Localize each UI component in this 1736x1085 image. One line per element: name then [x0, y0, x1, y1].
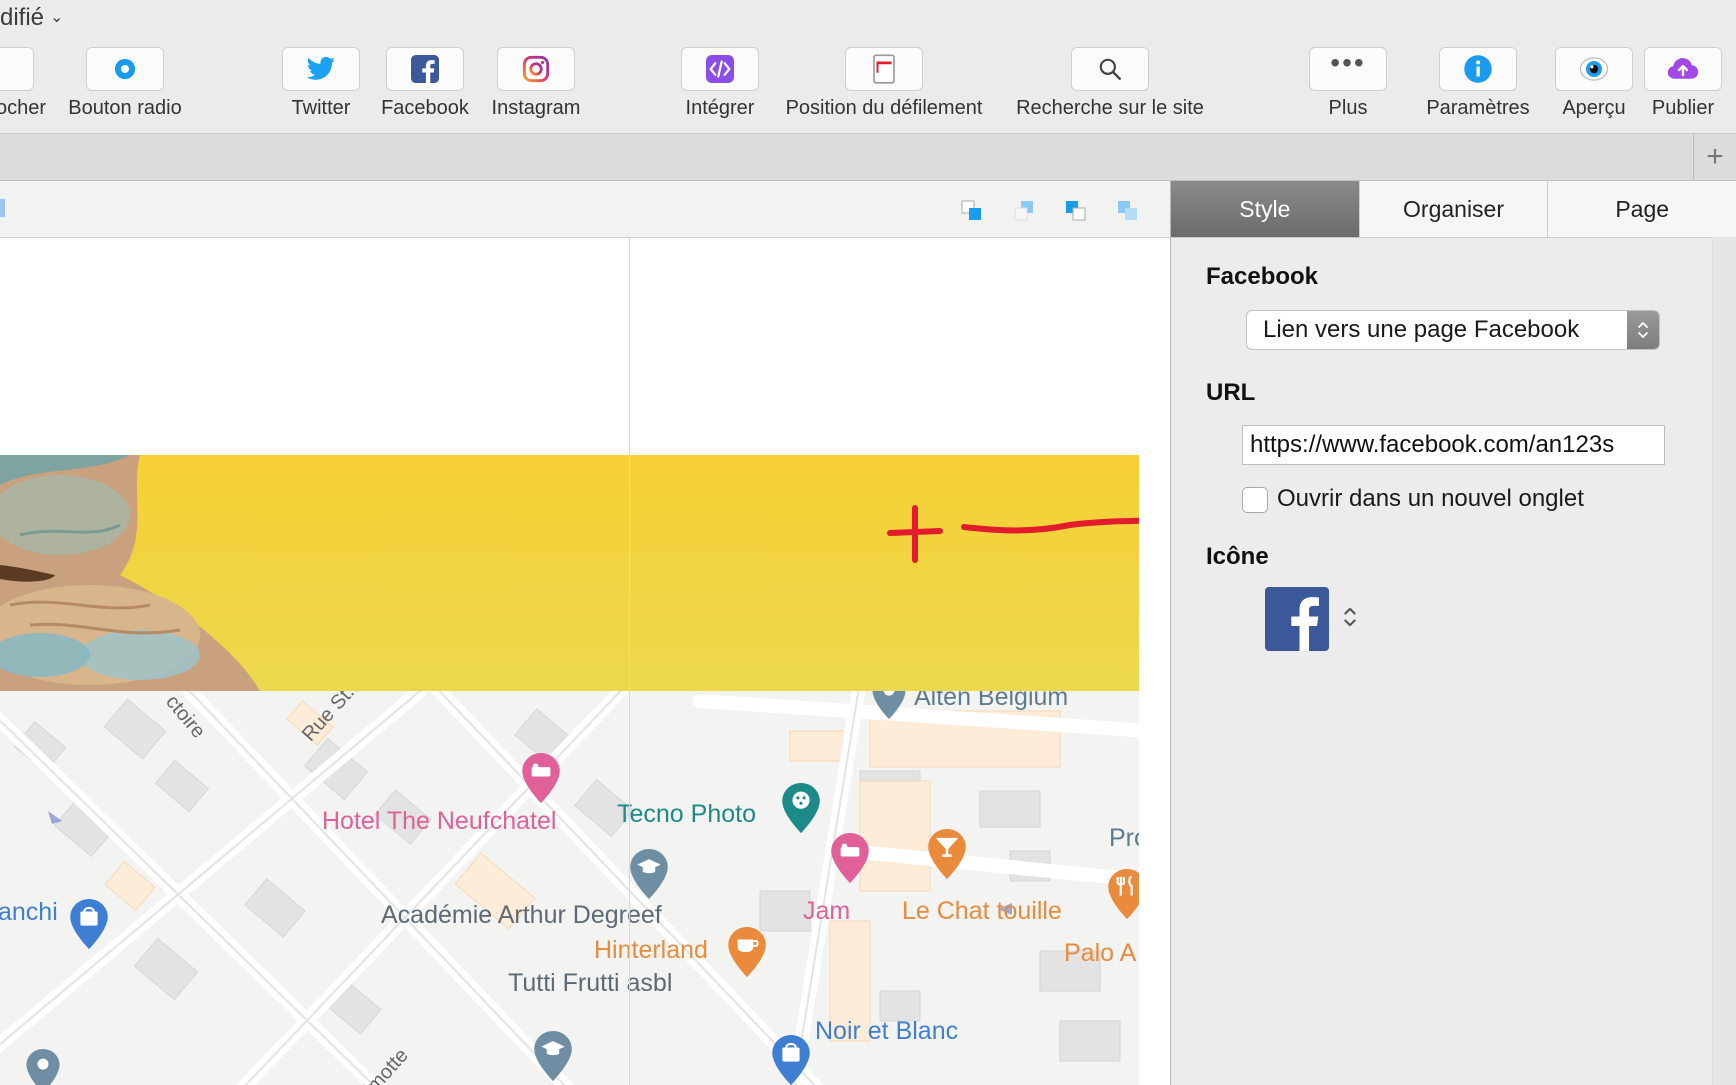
canvas-toolbar	[0, 181, 1170, 238]
annotation-plus-arrow	[887, 505, 1139, 563]
photo-shop-pin-icon[interactable]	[782, 783, 820, 833]
facebook-icon[interactable]	[1265, 587, 1329, 651]
shopping-pin-icon[interactable]	[772, 1035, 810, 1085]
send-to-back-icon[interactable]	[1116, 199, 1140, 223]
inspector-panel: Style Organiser Page Facebook Lien vers …	[1171, 181, 1736, 1085]
info-icon	[1464, 55, 1492, 83]
more-icon: •••	[1330, 47, 1366, 78]
updown-chevron-icon	[1627, 311, 1659, 349]
toolbar-site-search-button[interactable]: Recherche sur le site	[1006, 47, 1214, 120]
icon-section-heading: Icône	[1206, 543, 1269, 570]
layout-guide-line	[629, 238, 630, 1085]
facebook-link-type-select[interactable]: Lien vers une page Facebook	[1246, 310, 1660, 350]
toolbar-more-button[interactable]: ••• Plus	[1302, 47, 1394, 120]
canvas-left-handle[interactable]	[0, 199, 5, 217]
bring-forward-icon[interactable]	[1012, 199, 1036, 223]
restaurant-pin-icon[interactable]	[1108, 869, 1139, 919]
tab-organiser[interactable]: Organiser	[1359, 181, 1549, 237]
hotel-pin-icon[interactable]	[522, 753, 560, 803]
map-label-alten-belgium: Alten Belgium	[914, 691, 1069, 711]
toolbar-facebook-button[interactable]: Facebook	[376, 47, 474, 120]
canvas-margin	[1139, 238, 1170, 1085]
map-label-anchi: anchi	[0, 898, 58, 926]
page-canvas[interactable]: Alten Belgium Hotel The Neufchatel Tecno…	[0, 238, 1139, 1085]
map-embed[interactable]: Alten Belgium Hotel The Neufchatel Tecno…	[0, 691, 1139, 1085]
updown-chevron-icon	[1344, 607, 1356, 627]
upload-cloud-icon	[1667, 58, 1699, 79]
plus-icon: +	[1706, 140, 1724, 173]
toolbar-preview-button[interactable]: Aperçu	[1548, 47, 1640, 120]
url-field[interactable]: https://www.facebook.com/an123s	[1242, 425, 1665, 465]
icon-variant-stepper[interactable]	[1341, 603, 1359, 636]
shopping-pin-icon[interactable]	[70, 899, 108, 949]
checkbox-icon	[0, 47, 34, 91]
radio-button-icon	[115, 59, 135, 79]
school-pin-icon[interactable]	[534, 1031, 572, 1081]
inspector-scrollbar[interactable]	[1712, 237, 1736, 1085]
map-label-tutti-frutti: Tutti Frutti asbl	[508, 969, 673, 997]
toolbar-instagram-button[interactable]: Instagram	[486, 47, 586, 120]
toolbar: difié ⌄ ocher Bouton radio Twitter Facebo…	[0, 0, 1736, 134]
link-type-value: Lien vers une page Facebook	[1263, 316, 1580, 343]
url-section-heading: URL	[1206, 379, 1256, 406]
cafe-pin-icon[interactable]	[728, 927, 766, 977]
map-label-noir-et-blanc: Noir et Blanc	[815, 1017, 959, 1045]
map-label-hinterland: Hinterland	[594, 936, 708, 964]
tab-style[interactable]: Style	[1171, 181, 1360, 237]
map-label-tecno-photo: Tecno Photo	[617, 800, 756, 828]
page-tab-strip: +	[0, 134, 1736, 181]
map-label-palo: Palo A	[1064, 939, 1137, 967]
add-tab-button[interactable]: +	[1693, 134, 1736, 180]
send-backward-icon[interactable]	[1064, 199, 1088, 223]
toolbar-scroll-position-button[interactable]: Position du défilement	[774, 47, 994, 120]
map-streets	[0, 691, 1139, 1085]
toolbar-twitter-button[interactable]: Twitter	[282, 47, 360, 120]
eye-icon	[1579, 57, 1609, 81]
toolbar-embed-button[interactable]: Intégrer	[670, 47, 770, 120]
place-pin-icon[interactable]	[26, 1049, 60, 1085]
facebook-icon	[411, 55, 439, 83]
yellow-banner-image[interactable]	[0, 455, 1139, 691]
toolbar-settings-button[interactable]: Paramètres	[1418, 47, 1538, 120]
toolbar-radio-button[interactable]: Bouton radio	[58, 47, 192, 120]
place-pin-icon[interactable]	[872, 691, 906, 719]
open-new-tab-checkbox[interactable]	[1242, 487, 1268, 513]
instagram-icon	[522, 55, 550, 83]
school-pin-icon[interactable]	[630, 849, 668, 899]
embed-code-icon	[706, 55, 734, 83]
map-label-academie: Académie Arthur Degreef	[381, 901, 662, 929]
inspector-tabs: Style Organiser Page	[1171, 181, 1736, 238]
twitter-icon	[306, 56, 335, 80]
search-icon	[1099, 58, 1121, 80]
feather-illustration	[0, 455, 260, 691]
map-label-pro: Pro	[1109, 824, 1139, 852]
document-title[interactable]: difié ⌄	[0, 4, 63, 32]
toolbar-checkbox-button[interactable]: ocher	[0, 47, 50, 120]
bring-to-front-icon[interactable]	[960, 199, 984, 223]
chevron-down-icon: ⌄	[50, 9, 64, 26]
tab-page[interactable]: Page	[1548, 181, 1736, 237]
scroll-position-icon	[873, 54, 895, 84]
facebook-section-heading: Facebook	[1206, 263, 1319, 290]
bar-pin-icon[interactable]	[928, 829, 966, 879]
hotel-pin-icon[interactable]	[831, 833, 869, 883]
map-label-jam: Jam	[803, 897, 851, 925]
map-label-hotel: Hotel The Neufchatel	[322, 807, 557, 835]
map-label-chat-touille: Le Chat touille	[902, 897, 1062, 925]
toolbar-publish-button[interactable]: Publier	[1643, 47, 1723, 120]
open-new-tab-label[interactable]: Ouvrir dans un nouvel onglet	[1277, 485, 1584, 513]
